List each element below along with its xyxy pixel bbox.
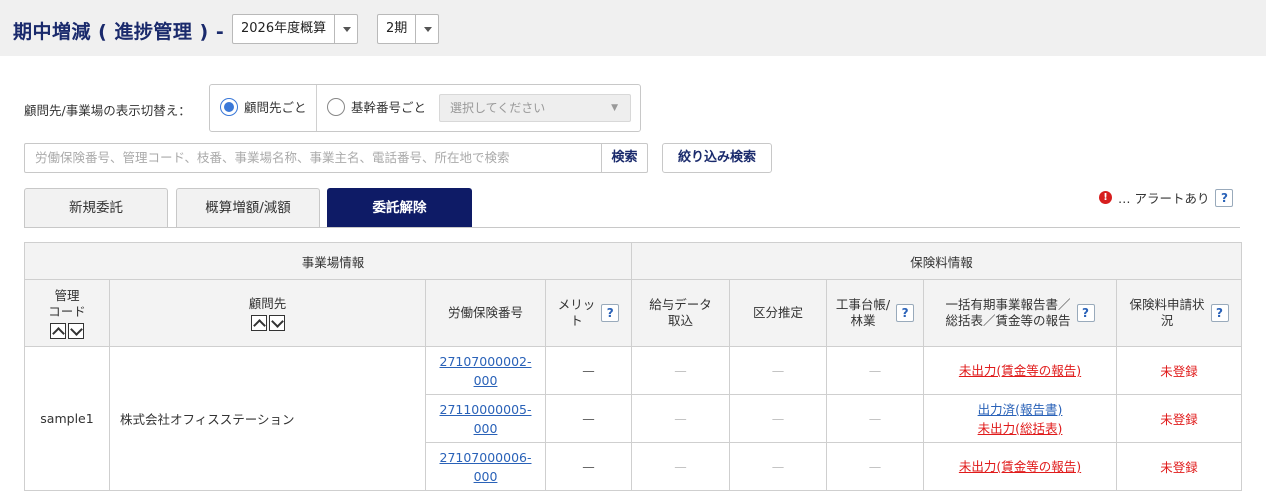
cell-premium-status: 未登録 bbox=[1116, 346, 1243, 395]
cell-insurance-number: 27107000002- 000 bbox=[425, 346, 546, 395]
display-switch-label: 顧問先/事業場の表示切替え： bbox=[24, 103, 191, 118]
sort-asc-icon[interactable] bbox=[250, 314, 267, 331]
report-status-link[interactable]: 出力済(報告書) bbox=[978, 400, 1063, 419]
col-header-class-estimate: 区分推定 bbox=[729, 279, 828, 347]
fiscal-year-value: 2026年度概算 bbox=[241, 21, 327, 36]
col-apply-line1: 保険料申請状 bbox=[1129, 297, 1205, 312]
col-header-salary-import: 給与データ 取込 bbox=[631, 279, 731, 347]
page-title: 期中増減 ( 進捗管理 ) - bbox=[13, 21, 225, 43]
col-merit-line1: メリッ bbox=[557, 297, 596, 312]
table-row: sample1 株式会社オフィスステーション 27107000002- 000 —… bbox=[24, 346, 1243, 491]
cell-class: — bbox=[729, 346, 828, 395]
cell-class: — bbox=[729, 442, 828, 491]
cell-report: 未出力(賃金等の報告) bbox=[923, 346, 1118, 395]
sort-desc-icon[interactable] bbox=[268, 314, 285, 331]
tab-consignment-cancel[interactable]: 委託解除 bbox=[327, 188, 472, 227]
cell-salary: — bbox=[631, 394, 731, 443]
help-icon[interactable]: ? bbox=[1215, 188, 1234, 207]
cell-premium-status: 未登録 bbox=[1116, 442, 1243, 491]
insurance-number-link[interactable]: 27110000005- 000 bbox=[440, 400, 532, 438]
section-premium-info: 保険料情報 bbox=[631, 242, 1243, 280]
chevron-down-icon[interactable] bbox=[415, 15, 438, 43]
cell-report: 未出力(賃金等の報告) bbox=[923, 442, 1118, 491]
help-icon[interactable]: ? bbox=[896, 304, 915, 322]
radio-unchecked-icon[interactable] bbox=[327, 97, 345, 116]
col-header-insurance-number: 労働保険番号 bbox=[425, 279, 546, 347]
cell-merit: — bbox=[544, 346, 633, 395]
col-report-line2: 総括表／賃金等の報告 bbox=[945, 313, 1071, 328]
tab-underline bbox=[24, 227, 1240, 228]
radio-by-base-number[interactable]: 基幹番号ごと bbox=[327, 97, 426, 116]
cell-salary: — bbox=[631, 346, 731, 395]
page-header: 期中増減 ( 進捗管理 ) - 2026年度概算 2期 bbox=[0, 0, 1266, 56]
radio-by-base-number-label: 基幹番号ごと bbox=[351, 100, 427, 115]
base-number-select: 選択してください bbox=[439, 94, 631, 122]
col-header-report: 一括有期事業報告書／ 総括表／賃金等の報告? bbox=[923, 279, 1118, 347]
cell-ledger: — bbox=[826, 442, 925, 491]
radio-checked-icon[interactable] bbox=[220, 97, 238, 116]
cell-client-name: 株式会社オフィスステーション bbox=[109, 346, 426, 491]
tab-new-consignment[interactable]: 新規委託 bbox=[24, 188, 168, 227]
search-button[interactable]: 検索 bbox=[601, 143, 648, 173]
col-code-line1: 管理 bbox=[54, 287, 80, 303]
data-table: 事業場情報 保険料情報 管理 コード 顧問先 労働保険番号 メリット? 給与デー… bbox=[23, 242, 1243, 491]
display-switch-group: 顧問先ごと 基幹番号ごと 選択してください bbox=[209, 84, 641, 132]
cell-merit: — bbox=[544, 394, 633, 443]
cell-report: 出力済(報告書) 未出力(総括表) bbox=[923, 394, 1118, 443]
section-site-info: 事業場情報 bbox=[23, 242, 633, 280]
col-client-label: 顧問先 bbox=[248, 295, 287, 311]
report-status-link[interactable]: 未出力(総括表) bbox=[978, 419, 1063, 438]
period-value: 2期 bbox=[386, 21, 408, 36]
fiscal-year-select[interactable]: 2026年度概算 bbox=[232, 14, 359, 44]
alert-icon: ! bbox=[1099, 191, 1112, 204]
col-header-premium-status: 保険料申請状況? bbox=[1116, 279, 1243, 347]
col-report-line1: 一括有期事業報告書／ bbox=[945, 297, 1071, 312]
col-apply-line2: 況 bbox=[1160, 313, 1174, 328]
col-header-ledger: 工事台帳/林業? bbox=[826, 279, 925, 347]
help-icon[interactable]: ? bbox=[1076, 304, 1095, 322]
col-header-merit: メリット? bbox=[544, 279, 633, 347]
col-code-line2: コード bbox=[48, 303, 86, 319]
cell-class: — bbox=[729, 394, 828, 443]
sort-asc-icon[interactable] bbox=[50, 322, 66, 339]
report-status-link[interactable]: 未出力(賃金等の報告) bbox=[959, 457, 1081, 476]
chevron-down-icon[interactable] bbox=[334, 15, 357, 43]
period-select[interactable]: 2期 bbox=[377, 14, 440, 44]
search-input[interactable]: 労働保険番号、管理コード、枝番、事業場名称、事業主名、電話番号、所在地で検索 bbox=[24, 143, 602, 173]
sort-desc-icon[interactable] bbox=[68, 322, 84, 339]
radio-by-client-label: 顧問先ごと bbox=[244, 100, 307, 115]
col-salary-line1: 給与データ bbox=[649, 297, 712, 312]
col-header-client: 顧問先 bbox=[109, 279, 426, 347]
divider bbox=[316, 85, 317, 131]
cell-ledger: — bbox=[826, 346, 925, 395]
cell-premium-status: 未登録 bbox=[1116, 394, 1243, 443]
cell-insurance-number: 27107000006- 000 bbox=[425, 442, 546, 491]
cell-ledger: — bbox=[826, 394, 925, 443]
alert-legend-text: … アラートあり bbox=[1118, 191, 1210, 206]
cell-salary: — bbox=[631, 442, 731, 491]
help-icon[interactable]: ? bbox=[1210, 304, 1229, 322]
col-ledger-line1: 工事台帳/ bbox=[835, 297, 891, 312]
insurance-number-link[interactable]: 27107000006- 000 bbox=[440, 448, 532, 486]
alert-legend: ! … アラートあり ? bbox=[1099, 188, 1234, 207]
cell-merit: — bbox=[544, 442, 633, 491]
tab-estimate-change[interactable]: 概算増額/減額 bbox=[176, 188, 320, 227]
help-icon[interactable]: ? bbox=[601, 304, 620, 322]
col-salary-line2: 取込 bbox=[668, 313, 694, 328]
col-merit-line2: ト bbox=[570, 313, 583, 328]
report-status-link[interactable]: 未出力(賃金等の報告) bbox=[959, 361, 1081, 380]
cell-management-code: sample1 bbox=[24, 346, 110, 491]
filter-search-button[interactable]: 絞り込み検索 bbox=[662, 143, 772, 173]
col-header-code: 管理 コード bbox=[24, 279, 110, 347]
cell-insurance-number: 27110000005- 000 bbox=[425, 394, 546, 443]
insurance-number-link[interactable]: 27107000002- 000 bbox=[440, 352, 532, 390]
radio-by-client[interactable]: 顧問先ごと bbox=[220, 97, 307, 116]
col-ledger-line2: 林業 bbox=[850, 313, 876, 328]
